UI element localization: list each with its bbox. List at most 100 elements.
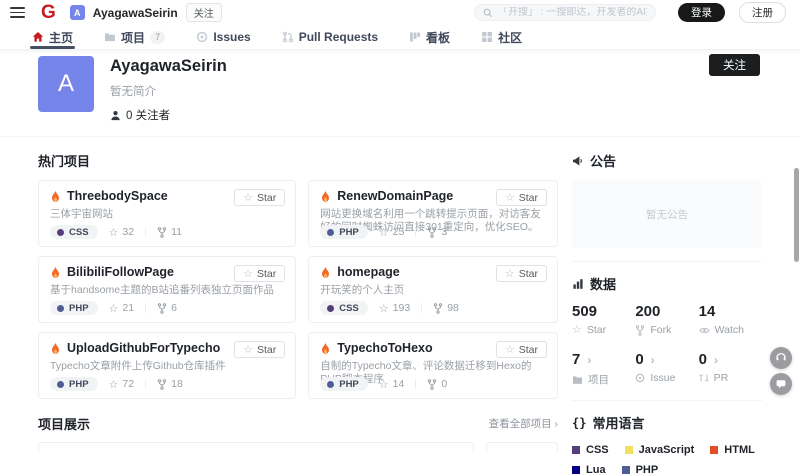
languages-title: 常用语言 bbox=[592, 413, 644, 432]
pull-request-icon bbox=[282, 31, 294, 43]
search-input[interactable] bbox=[498, 7, 647, 18]
tab-pull-requests-label: Pull Requests bbox=[299, 30, 378, 44]
project-name[interactable]: homepage bbox=[337, 265, 400, 279]
star-button[interactable]: ☆ Star bbox=[234, 265, 285, 282]
login-button[interactable]: 登录 bbox=[678, 3, 725, 22]
fork-icon bbox=[157, 379, 167, 390]
profile-tabs: 主页 项目 7 Issues Pull Requests 看板 bbox=[0, 25, 800, 49]
stat-item[interactable]: 0 › PR bbox=[699, 351, 762, 387]
tab-board[interactable]: 看板 bbox=[407, 25, 452, 49]
fork-icon bbox=[427, 227, 437, 238]
announcement-empty-box: 暂无公告 bbox=[572, 180, 762, 248]
project-name[interactable]: TypechoToHexo bbox=[337, 341, 432, 355]
stat-item[interactable]: 0 › Issue bbox=[635, 351, 698, 387]
chevron-right-icon: › bbox=[651, 353, 655, 367]
language-name: PHP bbox=[339, 379, 359, 390]
watch-icon bbox=[699, 326, 710, 335]
project-name[interactable]: UploadGithubForTypecho bbox=[67, 341, 220, 355]
divider bbox=[145, 379, 146, 389]
service-float-button[interactable] bbox=[770, 347, 792, 369]
chevron-right-icon: › bbox=[714, 353, 718, 367]
stat-item[interactable]: 509 ☆ Star bbox=[572, 303, 635, 336]
followers-count: 0 关注者 bbox=[126, 107, 170, 123]
language-legend-item: HTML bbox=[710, 444, 755, 456]
search-icon bbox=[483, 8, 493, 18]
stats-title: 数据 bbox=[590, 274, 616, 293]
star-button[interactable]: ☆ Star bbox=[496, 265, 547, 282]
stat-label: Watch bbox=[715, 324, 744, 336]
star-icon: ☆ bbox=[572, 325, 582, 336]
flame-icon bbox=[320, 190, 331, 203]
home-icon bbox=[32, 31, 44, 43]
followers-link[interactable]: 0 关注者 bbox=[110, 107, 227, 123]
star-icon: ☆ bbox=[505, 343, 515, 356]
project-name[interactable]: BilibiliFollowPage bbox=[67, 265, 174, 279]
tab-issues[interactable]: Issues bbox=[194, 25, 252, 49]
stat-label: PR bbox=[714, 372, 729, 384]
topbar-username[interactable]: AyagawaSeirin bbox=[93, 6, 178, 20]
stats-icon bbox=[572, 278, 584, 290]
stat-label: Fork bbox=[650, 324, 671, 336]
tab-projects[interactable]: 项目 7 bbox=[102, 25, 167, 49]
stat-item[interactable]: 7 › 项目 bbox=[572, 351, 635, 387]
star-icon: ☆ bbox=[109, 226, 119, 239]
language-label: PHP bbox=[636, 464, 659, 476]
divider bbox=[415, 379, 416, 389]
language-legend-item: PHP bbox=[622, 464, 659, 476]
tab-community[interactable]: 社区 bbox=[479, 25, 524, 49]
tab-pull-requests[interactable]: Pull Requests bbox=[280, 25, 380, 49]
star-icon: ☆ bbox=[379, 378, 389, 391]
fork-count: 18 bbox=[157, 378, 183, 390]
menu-icon[interactable] bbox=[10, 7, 25, 18]
tab-home[interactable]: 主页 bbox=[30, 25, 75, 49]
language-name: CSS bbox=[339, 303, 359, 314]
project-name[interactable]: RenewDomainPage bbox=[337, 189, 453, 203]
language-dot bbox=[327, 229, 334, 236]
stat-value: 14 bbox=[699, 303, 716, 320]
language-dot bbox=[327, 305, 334, 312]
language-pill: PHP bbox=[320, 377, 368, 391]
flame-icon bbox=[50, 342, 61, 355]
star-count: ☆ 72 bbox=[109, 378, 135, 391]
projects-count-badge: 7 bbox=[150, 31, 165, 44]
star-button[interactable]: ☆ Star bbox=[234, 341, 285, 358]
star-count: ☆ 14 bbox=[379, 378, 405, 391]
language-dot bbox=[57, 229, 64, 236]
popular-projects-title: 热门项目 bbox=[38, 151, 558, 170]
showcase-card-partial[interactable] bbox=[38, 442, 474, 452]
language-name: PHP bbox=[339, 227, 359, 238]
stat-item[interactable]: 14 Watch bbox=[699, 303, 762, 336]
tab-board-label: 看板 bbox=[426, 29, 450, 46]
star-button[interactable]: ☆ Star bbox=[234, 189, 285, 206]
language-legend-item: CSS bbox=[572, 444, 609, 456]
flame-icon bbox=[320, 266, 331, 279]
fork-count: 6 bbox=[157, 302, 177, 314]
page-scrollbar-thumb[interactable] bbox=[794, 168, 799, 262]
project-card: homepage ☆ Star 开玩笑的个人主页 CSS ☆ 193 98 bbox=[308, 256, 558, 323]
star-count: ☆ 32 bbox=[109, 226, 135, 239]
topbar-follow-tag[interactable]: 关注 bbox=[186, 3, 222, 22]
star-button[interactable]: ☆ Star bbox=[496, 341, 547, 358]
star-button[interactable]: ☆ Star bbox=[496, 189, 547, 206]
fork-icon bbox=[635, 325, 645, 336]
register-button[interactable]: 注册 bbox=[739, 2, 786, 23]
showcase-card-partial[interactable] bbox=[486, 442, 558, 452]
view-all-projects-link[interactable]: 查看全部项目 › bbox=[489, 416, 558, 431]
language-name: PHP bbox=[69, 303, 89, 314]
project-name[interactable]: ThreebodySpace bbox=[67, 189, 168, 203]
chevron-right-icon: › bbox=[587, 353, 591, 367]
stat-item[interactable]: 200 Fork bbox=[635, 303, 698, 336]
search-box[interactable] bbox=[474, 4, 656, 21]
fork-count: 0 bbox=[427, 378, 447, 390]
user-avatar-small[interactable]: A bbox=[70, 5, 85, 20]
star-icon: ☆ bbox=[243, 343, 253, 356]
pr-icon bbox=[699, 373, 709, 383]
follow-button[interactable]: 关注 bbox=[709, 54, 760, 76]
gitee-logo[interactable]: G bbox=[41, 3, 56, 22]
language-color-swatch bbox=[625, 446, 633, 454]
star-icon: ☆ bbox=[109, 302, 119, 315]
language-dot bbox=[57, 305, 64, 312]
feedback-float-button[interactable] bbox=[770, 373, 792, 395]
issue-icon bbox=[196, 31, 208, 43]
flame-icon bbox=[50, 266, 61, 279]
